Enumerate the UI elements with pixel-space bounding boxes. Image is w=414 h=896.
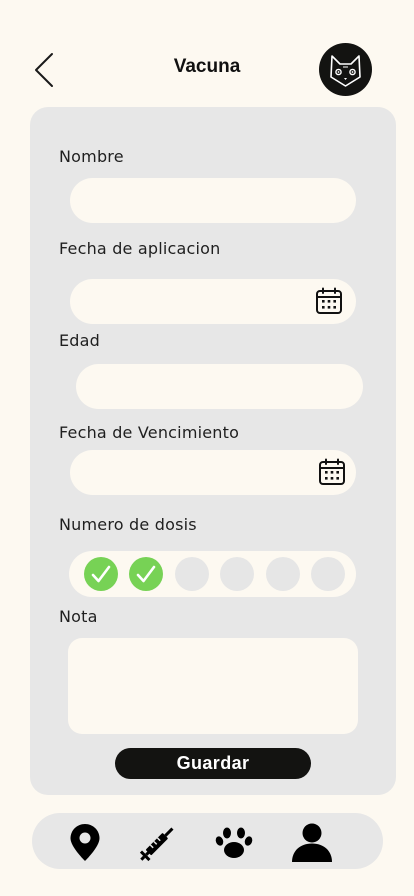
fecha-aplicacion-label: Fecha de aplicacion: [59, 239, 221, 258]
cat-face-icon: [330, 55, 361, 87]
paw-icon: [215, 827, 253, 858]
nav-item-location[interactable]: [64, 821, 106, 863]
edad-label: Edad: [59, 331, 101, 350]
numero-dosis-label: Numero de dosis: [59, 515, 197, 534]
user-icon: [292, 823, 332, 862]
fecha-vencimiento-input[interactable]: [70, 450, 356, 495]
check-icon: [136, 565, 156, 583]
nota-textarea[interactable]: [68, 638, 358, 734]
nota-label: Nota: [59, 607, 98, 626]
nombre-input[interactable]: [70, 178, 356, 223]
dose-toggle-5[interactable]: [266, 557, 300, 591]
avatar[interactable]: [319, 43, 372, 96]
bottom-nav: [32, 813, 383, 869]
nombre-label: Nombre: [59, 147, 124, 166]
save-button[interactable]: Guardar: [115, 748, 311, 779]
dose-toggle-6[interactable]: [311, 557, 345, 591]
calendar-icon[interactable]: [315, 287, 343, 315]
location-pin-icon: [70, 824, 100, 861]
dose-toggle-2[interactable]: [129, 557, 163, 591]
calendar-icon[interactable]: [318, 458, 346, 486]
check-icon: [91, 565, 111, 583]
edad-input[interactable]: [76, 364, 363, 409]
nav-item-profile[interactable]: [291, 821, 333, 863]
nav-item-vaccines[interactable]: [138, 821, 180, 863]
dose-selector: [69, 551, 356, 597]
dose-toggle-1[interactable]: [84, 557, 118, 591]
dose-toggle-3[interactable]: [175, 557, 209, 591]
nav-item-pets[interactable]: [213, 821, 255, 863]
fecha-aplicacion-input[interactable]: [70, 279, 356, 324]
syringe-icon: [139, 827, 174, 862]
dose-toggle-4[interactable]: [220, 557, 254, 591]
fecha-vencimiento-label: Fecha de Vencimiento: [59, 423, 240, 442]
vaccine-form-card: Nombre Fecha de aplicacion Edad Fecha de…: [30, 107, 396, 795]
